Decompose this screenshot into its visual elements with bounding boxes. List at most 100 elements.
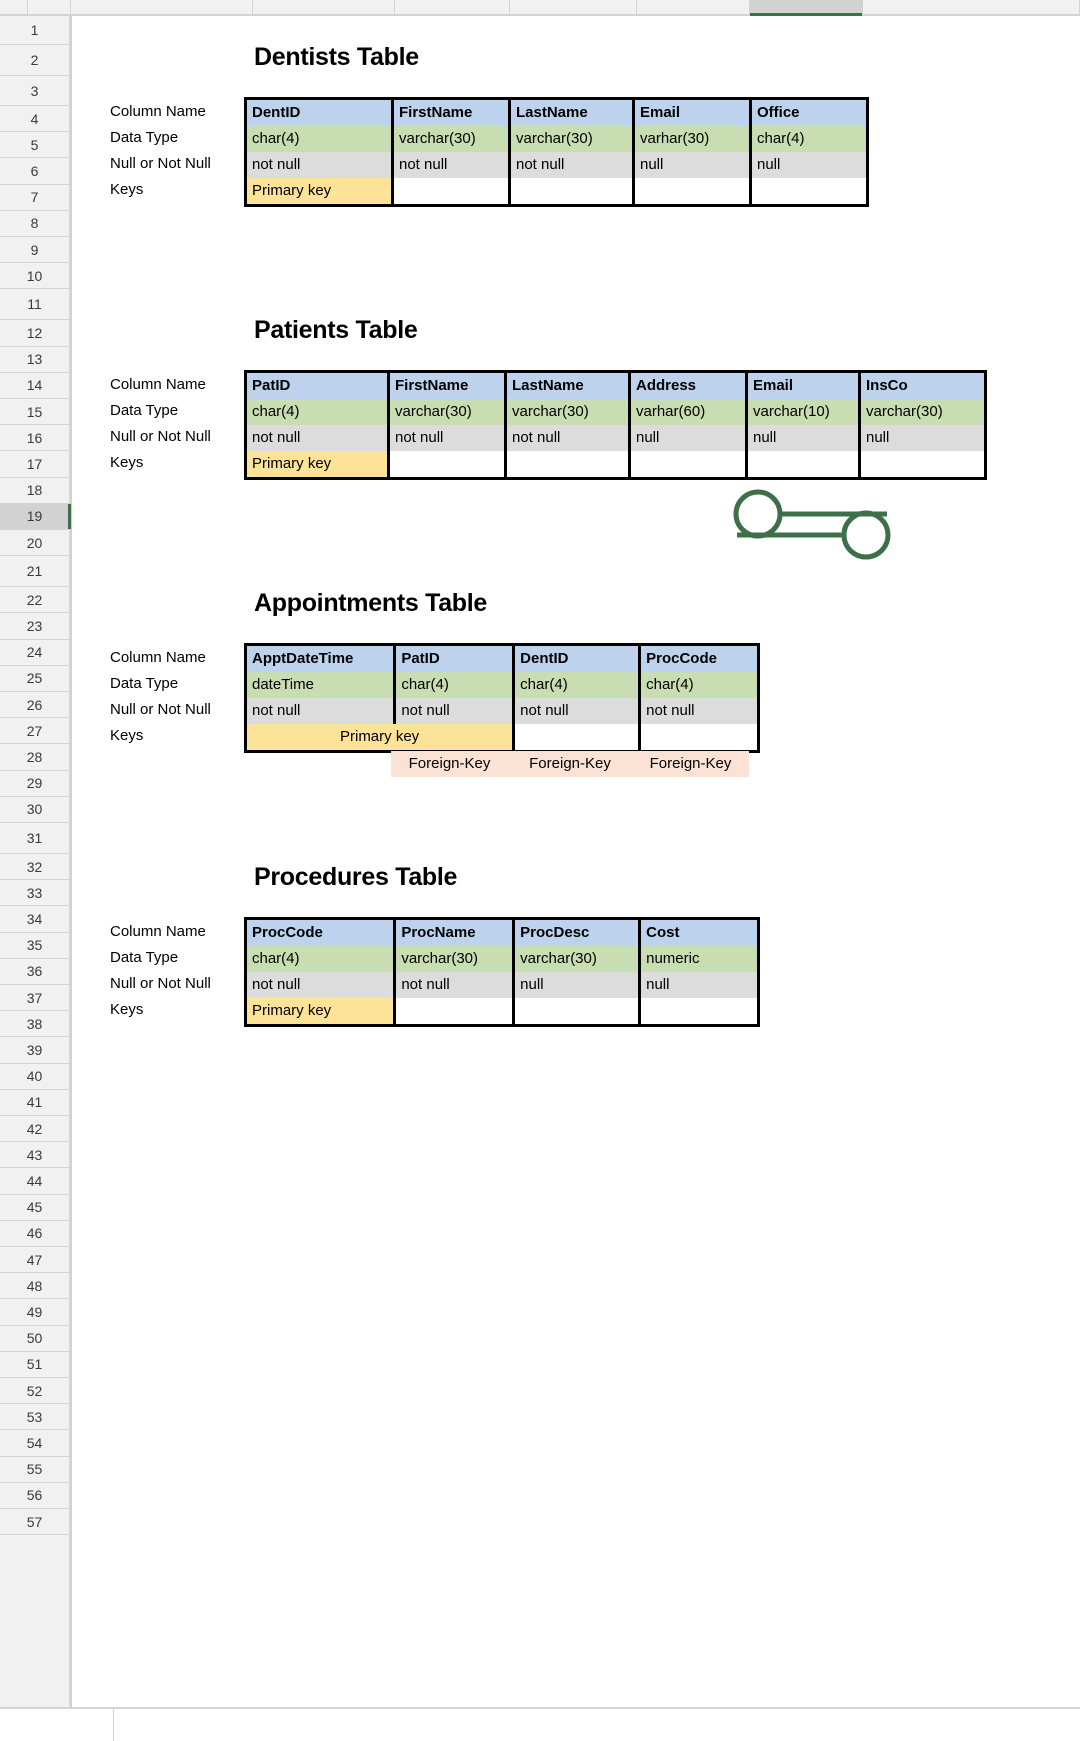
row-header-cell[interactable]: 1: [0, 16, 69, 45]
cell-key[interactable]: [858, 451, 987, 479]
row-header-cell[interactable]: 24: [0, 639, 69, 666]
cell-nullability[interactable]: null: [749, 152, 869, 178]
row-header-cell[interactable]: 23: [0, 613, 69, 640]
cell-data-type[interactable]: varchar(30): [387, 399, 507, 425]
column-header-cell[interactable]: [395, 0, 510, 14]
row-header-cell[interactable]: 14: [0, 372, 69, 399]
column-header-cell[interactable]: [28, 0, 71, 14]
cell-nullability[interactable]: null: [628, 425, 748, 451]
row-header-cell[interactable]: 10: [0, 263, 69, 290]
cell-key[interactable]: [749, 178, 869, 206]
cell-key[interactable]: [628, 451, 748, 479]
column-header-cell[interactable]: [71, 0, 253, 14]
cell-nullability[interactable]: not null: [243, 972, 397, 998]
cell-data-type[interactable]: char(4): [244, 399, 390, 425]
row-header-cell[interactable]: 27: [0, 718, 69, 745]
cell-key[interactable]: [745, 451, 861, 479]
cell-data-type[interactable]: varchar(30): [858, 399, 987, 425]
row-header-cell[interactable]: 6: [0, 158, 69, 185]
cell-key[interactable]: [391, 178, 511, 206]
row-header-cell-selected[interactable]: 19: [0, 503, 72, 530]
cell-column-name[interactable]: FirstName: [387, 371, 507, 399]
cell-nullability[interactable]: not null: [508, 152, 635, 178]
cell-column-name[interactable]: Cost: [638, 918, 760, 946]
cell-column-name[interactable]: Address: [628, 371, 748, 399]
cell-data-type[interactable]: varchar(30): [508, 126, 635, 152]
row-header-cell[interactable]: 49: [0, 1299, 69, 1326]
cell-primary-key[interactable]: Primary key: [244, 178, 394, 206]
cell-nullability[interactable]: null: [745, 425, 861, 451]
row-header-cell[interactable]: 43: [0, 1142, 69, 1169]
cell-data-type[interactable]: varchar(30): [512, 946, 642, 972]
cell-column-name[interactable]: PatID: [244, 371, 390, 399]
row-header-cell[interactable]: 8: [0, 210, 69, 237]
cell-column-name[interactable]: ProcCode: [243, 918, 397, 946]
cell-column-name[interactable]: InsCo: [858, 371, 987, 399]
row-header-cell[interactable]: 32: [0, 854, 69, 881]
cell-column-name[interactable]: LastName: [504, 371, 631, 399]
cell-key[interactable]: [512, 998, 642, 1026]
cell-data-type[interactable]: char(4): [393, 672, 516, 698]
row-header-cell[interactable]: 48: [0, 1273, 69, 1300]
cell-nullability[interactable]: null: [858, 425, 987, 451]
cell-column-name[interactable]: PatID: [393, 644, 516, 672]
row-header-cell[interactable]: 55: [0, 1456, 69, 1483]
row-header-cell[interactable]: 42: [0, 1116, 69, 1143]
cell-data-type[interactable]: varchar(30): [504, 399, 631, 425]
row-header-cell[interactable]: 2: [0, 45, 69, 76]
row-header-cell[interactable]: 7: [0, 184, 69, 211]
row-header-cell[interactable]: 20: [0, 530, 69, 557]
row-header-cell[interactable]: 36: [0, 958, 69, 985]
cell-data-type[interactable]: numeric: [638, 946, 760, 972]
row-header-cell[interactable]: 38: [0, 1011, 69, 1038]
cell-key[interactable]: [393, 998, 516, 1026]
cell-column-name[interactable]: Office: [749, 98, 869, 126]
row-header-cell[interactable]: 45: [0, 1194, 69, 1221]
row-header-cell[interactable]: 37: [0, 985, 69, 1012]
row-header-cell[interactable]: 40: [0, 1063, 69, 1090]
row-header-cell[interactable]: 39: [0, 1037, 69, 1064]
schema-table-procedures[interactable]: ProcCode ProcName ProcDesc Cost char(4) …: [243, 917, 760, 1027]
cell-data-type[interactable]: varhar(60): [628, 399, 748, 425]
cell-nullability[interactable]: not null: [512, 698, 642, 724]
column-header-cell[interactable]: [863, 0, 1080, 14]
row-header-cell[interactable]: 41: [0, 1089, 69, 1116]
cell-data-type[interactable]: dateTime: [243, 672, 397, 698]
row-header-cell[interactable]: 44: [0, 1168, 69, 1195]
row-header-cell[interactable]: 4: [0, 106, 69, 133]
cell-column-name[interactable]: ApptDateTime: [243, 644, 397, 672]
cell-key[interactable]: [638, 998, 760, 1026]
cell-nullability[interactable]: null: [632, 152, 752, 178]
sheet-tab-strip[interactable]: [0, 1707, 1080, 1741]
row-header-cell[interactable]: 22: [0, 587, 69, 614]
cell-foreign-key[interactable]: Foreign-Key: [508, 751, 632, 777]
row-header-cell[interactable]: 30: [0, 796, 69, 823]
row-header-cell[interactable]: 57: [0, 1509, 69, 1536]
row-header-cell[interactable]: 47: [0, 1247, 69, 1274]
schema-table-appointments[interactable]: ApptDateTime PatID DentID ProcCode dateT…: [243, 643, 760, 753]
cell-data-type[interactable]: varchar(30): [391, 126, 511, 152]
cell-primary-key[interactable]: Primary key: [244, 451, 390, 479]
row-header-cell[interactable]: 3: [0, 76, 69, 106]
cell-key[interactable]: [387, 451, 507, 479]
cell-column-name[interactable]: Email: [745, 371, 861, 399]
row-header-cell[interactable]: 51: [0, 1351, 69, 1378]
cell-column-name[interactable]: DentID: [244, 98, 394, 126]
cell-column-name[interactable]: ProcCode: [638, 644, 760, 672]
cell-data-type[interactable]: char(4): [244, 126, 394, 152]
cell-column-name[interactable]: ProcDesc: [512, 918, 642, 946]
row-header-cell[interactable]: 13: [0, 346, 69, 373]
schema-table-patients[interactable]: PatID FirstName LastName Address Email I…: [244, 370, 987, 480]
cell-key[interactable]: [638, 724, 760, 752]
row-header-cell[interactable]: 34: [0, 906, 69, 933]
cell-nullability[interactable]: not null: [243, 698, 397, 724]
row-header-cell[interactable]: 46: [0, 1220, 69, 1247]
schema-table-dentists[interactable]: DentID FirstName LastName Email Office c…: [244, 97, 869, 207]
column-header-cell-selected[interactable]: [750, 0, 863, 17]
cell-nullability[interactable]: not null: [244, 152, 394, 178]
cell-column-name[interactable]: ProcName: [393, 918, 516, 946]
row-header-cell[interactable]: 50: [0, 1325, 69, 1352]
column-header-cell[interactable]: [253, 0, 395, 14]
cell-foreign-key[interactable]: Foreign-Key: [391, 751, 508, 777]
row-header-cell[interactable]: 17: [0, 451, 69, 478]
